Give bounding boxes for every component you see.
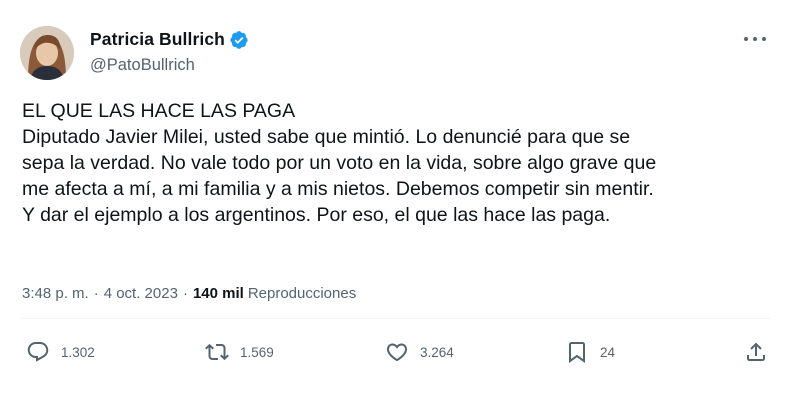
divider (20, 318, 770, 319)
avatar[interactable] (20, 26, 74, 80)
tweet-text-line: Diputado Javier Milei, usted sabe que mi… (22, 126, 631, 148)
author-display-name[interactable]: Patricia Bullrich (90, 29, 225, 50)
share-icon (747, 342, 765, 361)
views-count: 140 mil (192, 285, 244, 302)
tweet-text: EL QUE LAS HACE LAS PAGA Diputado Javier… (22, 98, 782, 228)
share-button[interactable] (744, 340, 768, 364)
like-count: 3.264 (420, 344, 454, 360)
reply-count: 1.302 (61, 344, 95, 360)
bookmark-icon (569, 342, 585, 363)
tweet-metadata: 3:48 p. m. · 4 oct. 2023 · 140 mil Repro… (22, 285, 356, 302)
meta-separator: · (93, 285, 99, 302)
views-label: Reproducciones (247, 285, 357, 302)
tweet-date[interactable]: 4 oct. 2023 (104, 285, 178, 302)
author-name-row: Patricia Bullrich (90, 29, 249, 50)
tweet-text-line: sepa la verdad. No vale todo por un voto… (22, 152, 657, 174)
verified-badge-icon (229, 30, 249, 50)
action-bar: 1.302 1.569 3.264 24 (0, 340, 790, 376)
bookmark-count: 24 (600, 344, 616, 360)
tweet-card: Patricia Bullrich @PatoBullrich EL QUE L… (0, 0, 790, 401)
avatar-image (20, 26, 74, 80)
reply-button[interactable]: 1.302 (26, 340, 95, 364)
tweet-time[interactable]: 3:48 p. m. (22, 285, 89, 302)
retweet-icon (205, 343, 229, 361)
tweet-text-line: EL QUE LAS HACE LAS PAGA (22, 100, 296, 122)
tweet-text-line: me afecta a mí, a mi familia y a mis nie… (22, 178, 654, 200)
retweet-button[interactable]: 1.569 (205, 340, 274, 364)
reply-icon (27, 342, 49, 362)
more-icon[interactable] (744, 30, 766, 48)
tweet-text-line: Y dar el ejemplo a los argentinos. Por e… (22, 204, 611, 226)
retweet-count: 1.569 (240, 344, 274, 360)
meta-separator: · (182, 285, 188, 302)
heart-icon (386, 343, 408, 362)
bookmark-button[interactable]: 24 (565, 340, 615, 364)
like-button[interactable]: 3.264 (385, 340, 454, 364)
author-handle[interactable]: @PatoBullrich (90, 56, 195, 75)
